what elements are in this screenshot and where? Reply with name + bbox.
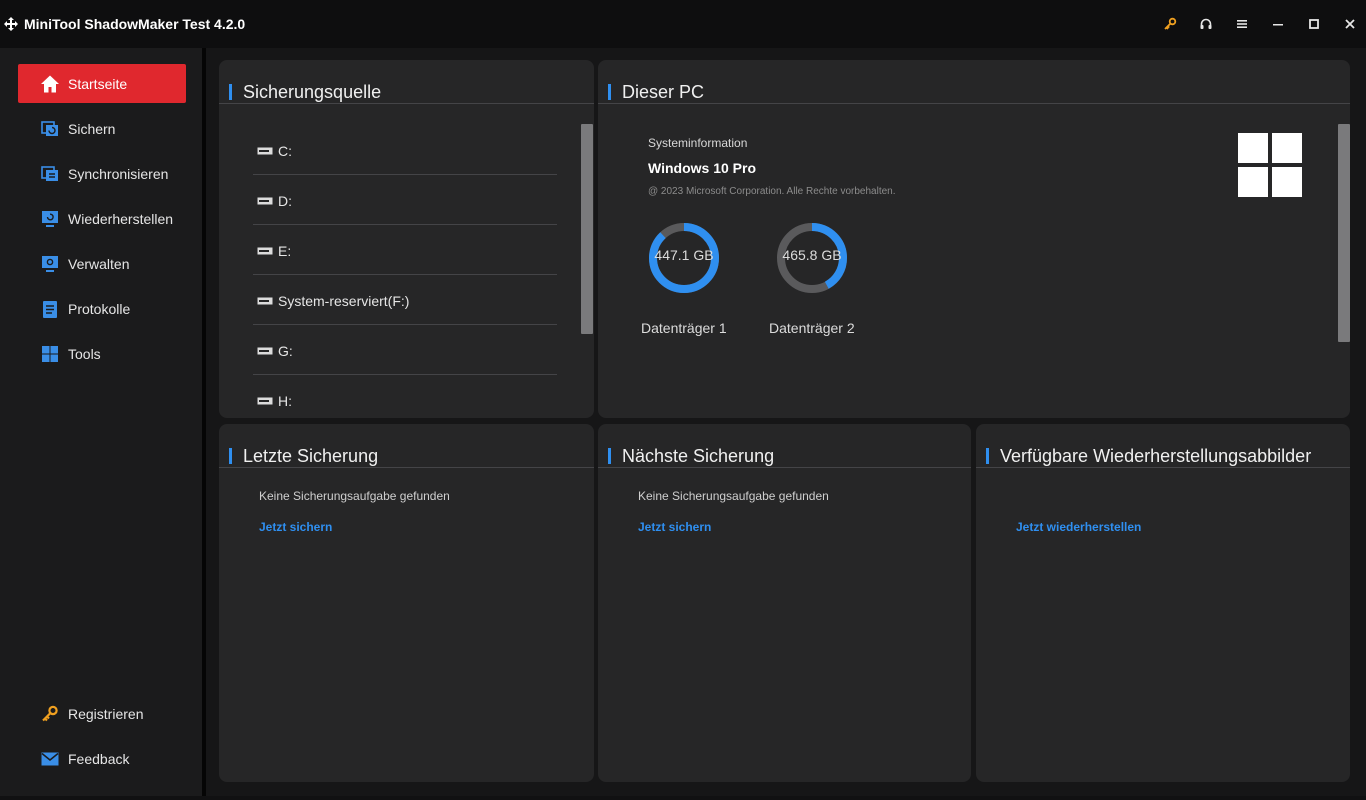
app-title: MiniTool ShadowMaker Test 4.2.0	[24, 16, 246, 32]
drive-icon	[257, 147, 273, 155]
home-icon	[41, 75, 59, 93]
headset-icon	[1200, 18, 1212, 29]
sidebar-item-label: Protokolle	[68, 301, 131, 317]
key-icon	[42, 705, 58, 722]
close-icon	[1345, 19, 1355, 29]
minimize-button[interactable]	[1265, 12, 1291, 36]
maximize-icon	[1309, 19, 1319, 29]
sync-icon	[41, 166, 58, 181]
drive-label: G:	[278, 343, 293, 359]
manage-icon	[42, 256, 58, 272]
maximize-button[interactable]	[1301, 12, 1327, 36]
support-headset-button[interactable]	[1193, 12, 1219, 36]
main-content: Sicherungsquelle C: D: E: System-reservi…	[206, 48, 1366, 796]
drive-label: C:	[278, 143, 292, 159]
hamburger-icon	[1237, 20, 1247, 28]
drive-icon	[257, 347, 273, 355]
sidebar-item-startseite[interactable]: Startseite	[18, 64, 186, 103]
card-header: Dieser PC	[598, 60, 1350, 104]
drive-label: E:	[278, 243, 292, 259]
drive-row[interactable]: G:	[253, 325, 557, 375]
drive-row[interactable]: System-reserviert(F:)	[253, 275, 557, 325]
drive-icon	[257, 247, 273, 255]
sidebar-item-sichern[interactable]: Sichern	[18, 109, 186, 148]
system-info-label: Systeminformation	[648, 136, 748, 150]
drive-label: D:	[278, 193, 292, 209]
windows-logo-icon	[1238, 133, 1302, 197]
next-backup-card: Nächste Sicherung Keine Sicherungsaufgab…	[598, 424, 971, 782]
close-button[interactable]	[1337, 12, 1363, 36]
card-header: Letzte Sicherung	[219, 424, 594, 468]
drive-icon	[257, 397, 273, 405]
disk-size: 447.1 GB	[654, 247, 714, 263]
drive-icon	[257, 197, 273, 205]
drive-icon	[257, 297, 273, 305]
sidebar-item-label: Sichern	[68, 121, 116, 137]
sidebar-item-registrieren[interactable]: Registrieren	[18, 694, 186, 733]
title-bar: MiniTool ShadowMaker Test 4.2.0	[0, 0, 1366, 48]
sidebar-item-label: Feedback	[68, 751, 130, 767]
backup-now-link[interactable]: Jetzt sichern	[638, 520, 711, 534]
sidebar-item-label: Tools	[68, 346, 101, 362]
disk-label: Datenträger 2	[769, 320, 855, 336]
os-name: Windows 10 Pro	[648, 160, 757, 176]
no-task-text: Keine Sicherungsaufgabe gefunden	[638, 489, 829, 503]
drive-label: System-reserviert(F:)	[278, 293, 410, 309]
backup-icon	[41, 121, 58, 136]
app-logo-icon	[4, 17, 18, 31]
card-title: Nächste Sicherung	[622, 446, 775, 466]
drive-row[interactable]: E:	[253, 225, 557, 275]
card-accent	[986, 448, 989, 464]
card-header: Nächste Sicherung	[598, 424, 971, 468]
copyright-text: @ 2023 Microsoft Corporation. Alle Recht…	[648, 186, 896, 197]
card-accent	[608, 448, 611, 464]
key-icon	[1164, 17, 1177, 30]
drive-row[interactable]: H:	[253, 375, 557, 418]
sidebar-item-label: Wiederherstellen	[68, 211, 174, 227]
this-pc-card: Dieser PC Systeminformation Windows 10 P…	[598, 60, 1350, 418]
pc-scrollbar[interactable]	[1338, 124, 1350, 342]
disk-size: 465.8 GB	[782, 247, 842, 263]
source-scrollbar[interactable]	[581, 124, 593, 334]
card-title: Dieser PC	[622, 82, 705, 102]
sidebar-item-protokolle[interactable]: Protokolle	[18, 289, 186, 328]
last-backup-card: Letzte Sicherung Keine Sicherungsaufgabe…	[219, 424, 594, 782]
logs-icon	[43, 301, 57, 318]
minimize-icon	[1273, 24, 1283, 26]
card-accent	[229, 448, 232, 464]
sidebar-item-tools[interactable]: Tools	[18, 334, 186, 373]
sidebar-item-verwalten[interactable]: Verwalten	[18, 244, 186, 283]
sidebar-item-wiederherstellen[interactable]: Wiederherstellen	[18, 199, 186, 238]
card-accent	[229, 84, 232, 100]
sidebar-item-synchronisieren[interactable]: Synchronisieren	[18, 154, 186, 193]
backup-source-card[interactable]: Sicherungsquelle C: D: E: System-reservi…	[219, 60, 594, 418]
drive-row[interactable]: D:	[253, 175, 557, 225]
disk-usage-chart[interactable]: 447.1 GB	[646, 220, 722, 296]
backup-now-link[interactable]: Jetzt sichern	[259, 520, 332, 534]
card-title: Letzte Sicherung	[243, 446, 379, 466]
drive-label: H:	[278, 393, 292, 409]
disk-usage-chart[interactable]: 465.8 GB	[774, 220, 850, 296]
register-key-button[interactable]	[1157, 12, 1183, 36]
no-task-text: Keine Sicherungsaufgabe gefunden	[259, 489, 450, 503]
card-header: Verfügbare Wiederherstellungsabbilder	[976, 424, 1350, 468]
card-title: Sicherungsquelle	[243, 82, 382, 102]
mail-icon	[41, 752, 59, 766]
sidebar-item-label: Verwalten	[68, 256, 130, 272]
restore-icon	[42, 211, 58, 227]
sidebar-item-label: Registrieren	[68, 706, 144, 722]
sidebar-item-feedback[interactable]: Feedback	[18, 739, 186, 778]
disk-label: Datenträger 1	[641, 320, 727, 336]
menu-button[interactable]	[1229, 12, 1255, 36]
card-header: Sicherungsquelle	[219, 60, 594, 104]
card-title: Verfügbare Wiederherstellungsabbilder	[1000, 446, 1312, 466]
restore-now-link[interactable]: Jetzt wiederherstellen	[1016, 520, 1141, 534]
sidebar: Startseite Sichern Synchronisieren Wiede…	[0, 48, 202, 796]
tools-icon	[42, 346, 58, 362]
sidebar-item-label: Startseite	[68, 76, 128, 92]
card-accent	[608, 84, 611, 100]
drive-row[interactable]: C:	[253, 125, 557, 175]
sidebar-item-label: Synchronisieren	[68, 166, 169, 182]
restore-images-card: Verfügbare Wiederherstellungsabbilder Je…	[976, 424, 1350, 782]
